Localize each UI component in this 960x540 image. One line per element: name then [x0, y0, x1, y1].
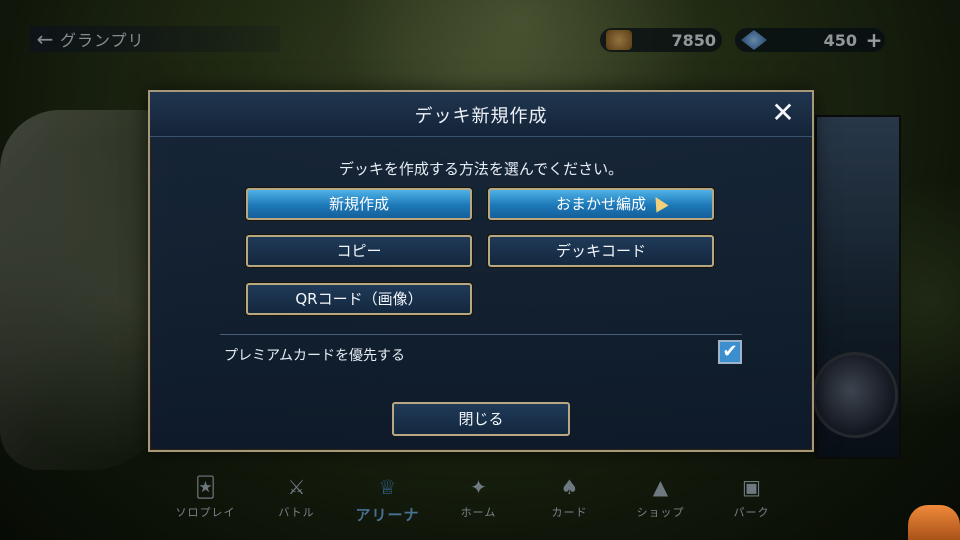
nav-label: ホーム: [460, 506, 497, 519]
home-icon: ✦: [470, 475, 487, 499]
nav-item-solo-play[interactable]: 🃏 ソロプレイ: [160, 468, 251, 528]
nav-item-shop[interactable]: ▲ ショップ: [615, 468, 706, 528]
trophy-icon: ♕: [378, 475, 397, 499]
battle-icon: ⚔: [287, 475, 306, 499]
nav-label: カード: [551, 506, 588, 519]
nav-item-park[interactable]: ▣ パーク: [706, 468, 797, 528]
new-deck-dialog: デッキ新規作成 ✕ デッキを作成する方法を選んでください。 新規作成 おまかせ編…: [148, 90, 814, 452]
dialog-header: デッキ新規作成 ✕: [150, 92, 812, 137]
shop-icon: ▲: [652, 475, 669, 499]
nav-item-battle[interactable]: ⚔ バトル: [251, 468, 342, 528]
park-icon: ▣: [742, 475, 761, 499]
solo-play-icon: 🃏: [195, 475, 216, 499]
nav-label: バトル: [278, 506, 315, 519]
qr-code-image-button[interactable]: QRコード（画像）: [246, 283, 472, 315]
close-button[interactable]: 閉じる: [392, 402, 570, 436]
prefer-premium-label: プレミアムカードを優先する: [224, 348, 406, 364]
corner-mascot-avatar: [908, 505, 960, 540]
prefer-premium-checkbox[interactable]: ✔: [718, 340, 742, 364]
divider: [220, 334, 742, 335]
dialog-title: デッキ新規作成: [414, 106, 548, 127]
nav-label: アリーナ: [355, 506, 420, 524]
dialog-prompt: デッキを作成する方法を選んでください。: [338, 160, 624, 178]
nav-item-arena[interactable]: ♕ アリーナ: [342, 468, 433, 528]
copy-button[interactable]: コピー: [246, 235, 472, 267]
nav-label: ショップ: [636, 506, 685, 519]
deck-code-button[interactable]: デッキコード: [488, 235, 714, 267]
nav-label: パーク: [733, 506, 770, 519]
checkmark-icon: ✔: [722, 341, 738, 362]
close-x-icon[interactable]: ✕: [768, 98, 798, 128]
nav-label: ソロプレイ: [175, 506, 236, 519]
bottom-navigation: 🃏 ソロプレイ ⚔ バトル ♕ アリーナ ✦ ホーム ♠ カード ▲ ショップ …: [160, 468, 800, 528]
cards-icon: ♠: [560, 475, 579, 499]
nav-item-cards[interactable]: ♠ カード: [524, 468, 615, 528]
new-deck-button[interactable]: 新規作成: [246, 188, 472, 220]
auto-build-button[interactable]: おまかせ編成: [488, 188, 714, 220]
nav-item-home[interactable]: ✦ ホーム: [433, 468, 524, 528]
